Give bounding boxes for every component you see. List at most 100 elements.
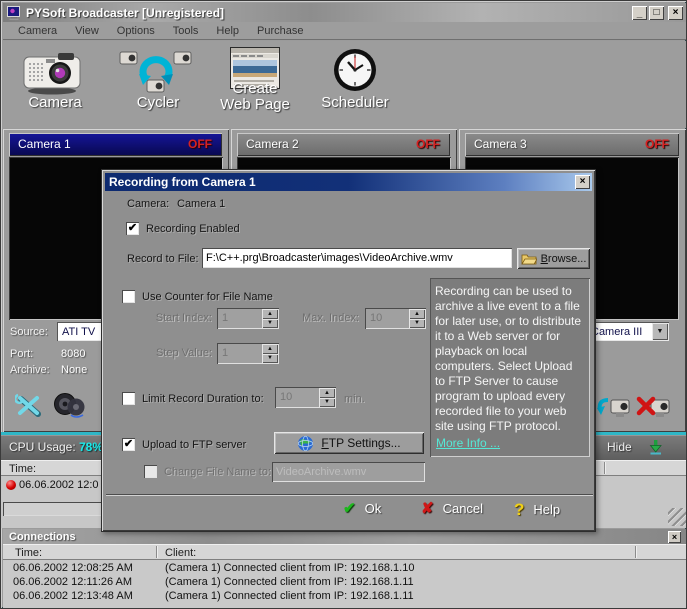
- column-divider[interactable]: [604, 462, 606, 474]
- connections-header-row: Time: Client:: [3, 544, 686, 560]
- connections-title: Connections: [9, 531, 668, 543]
- menu-help[interactable]: Help: [207, 23, 248, 39]
- app-window: PYSoft Broadcaster [Unregistered] _ □ × …: [0, 0, 687, 609]
- menu-view[interactable]: View: [66, 23, 108, 39]
- max-index-stepper[interactable]: 10 ▲▼: [365, 308, 426, 329]
- start-index-stepper[interactable]: 1 ▲▼: [217, 308, 279, 329]
- column-divider[interactable]: [156, 546, 158, 558]
- change-filename-checkbox[interactable]: [144, 465, 157, 478]
- minutes-unit-label: min.: [344, 393, 365, 405]
- ok-button[interactable]: ✔ Ok: [343, 501, 381, 516]
- step-value-label: Step Value:: [142, 347, 212, 359]
- connection-client: (Camera 1) Connected client from IP: 192…: [165, 590, 414, 602]
- camera3-title: Camera 3: [474, 137, 527, 151]
- camera-refresh-icon[interactable]: [596, 394, 632, 425]
- window-title: PYSoft Broadcaster [Unregistered]: [26, 6, 630, 20]
- spin-up-icon[interactable]: ▲: [319, 388, 335, 398]
- camera-delete-icon[interactable]: [636, 394, 672, 425]
- browse-button[interactable]: Browse...: [517, 248, 590, 269]
- ftp-settings-button-label: FTP Settings...: [321, 436, 400, 450]
- connections-list: 06.06.2002 12:08:25 AM (Camera 1) Connec…: [3, 560, 686, 608]
- toolbar-camera-label[interactable]: Camera: [15, 95, 95, 111]
- cancel-button[interactable]: ✘ Cancel: [421, 501, 483, 516]
- x-icon: ✘: [421, 501, 434, 516]
- camera3-source-value: Camera III: [591, 326, 642, 338]
- camera3-source-select[interactable]: Camera III ▼: [586, 322, 669, 341]
- spin-up-icon[interactable]: ▲: [262, 344, 278, 354]
- start-index-value: 1: [222, 312, 228, 324]
- limit-duration-stepper[interactable]: 10 ▲▼: [275, 387, 336, 408]
- dialog-divider: [106, 494, 593, 496]
- connection-client: (Camera 1) Connected client from IP: 192…: [165, 576, 414, 588]
- cycler-icon[interactable]: [117, 48, 195, 99]
- scheduler-icon[interactable]: [333, 48, 377, 97]
- log-row-time: 06.06.2002 12:0: [19, 479, 99, 491]
- help-text: Recording can be used to archive a live …: [435, 284, 585, 434]
- spin-down-icon[interactable]: ▼: [409, 319, 425, 329]
- limit-duration-label: Limit Record Duration to:: [142, 393, 264, 405]
- camera2-title: Camera 2: [246, 137, 299, 151]
- upload-ftp-checkbox[interactable]: ✔: [122, 438, 135, 451]
- media-archive-icon[interactable]: [53, 392, 87, 424]
- recording-dialog: Recording from Camera 1 × Camera: Camera…: [101, 169, 596, 532]
- connections-client-header: Client:: [165, 547, 196, 559]
- hide-button[interactable]: Hide: [607, 440, 632, 454]
- more-info-link[interactable]: More Info ...: [436, 436, 500, 450]
- connections-close-icon[interactable]: ×: [668, 531, 681, 543]
- main-toolbar: Camera Cycler: [3, 41, 686, 128]
- menu-camera[interactable]: Camera: [9, 23, 66, 39]
- ok-button-label: Ok: [365, 501, 382, 516]
- record-to-file-input[interactable]: [202, 248, 512, 268]
- dialog-title-bar: Recording from Camera 1 ×: [105, 173, 592, 191]
- cancel-button-label: Cancel: [443, 501, 483, 516]
- toolbar-cycler-label[interactable]: Cycler: [118, 95, 198, 111]
- camera3-status-badge: OFF: [645, 133, 669, 156]
- connection-time: 06.06.2002 12:11:26 AM: [13, 576, 132, 588]
- toolbar-create-web-page-label[interactable]: Create Web Page: [219, 81, 291, 113]
- spin-up-icon[interactable]: ▲: [262, 309, 278, 319]
- max-index-value: 10: [370, 312, 382, 324]
- resize-grip[interactable]: [668, 508, 686, 526]
- maximize-button[interactable]: □: [649, 6, 664, 20]
- dialog-close-button[interactable]: ×: [575, 175, 590, 189]
- help-button[interactable]: ? Help: [514, 501, 560, 518]
- column-divider[interactable]: [635, 546, 637, 558]
- limit-duration-checkbox[interactable]: [122, 392, 135, 405]
- spin-down-icon[interactable]: ▼: [319, 398, 335, 408]
- camera1-archive-value: None: [61, 364, 87, 376]
- menu-bar: Camera View Options Tools Help Purchase: [3, 22, 686, 40]
- check-icon: ✔: [343, 501, 356, 516]
- hide-arrow-icon[interactable]: [648, 439, 663, 458]
- camera-icon[interactable]: [22, 51, 84, 100]
- use-counter-label: Use Counter for File Name: [142, 291, 273, 303]
- question-icon: ?: [514, 501, 524, 518]
- tools-icon[interactable]: [15, 393, 43, 424]
- camera2-header[interactable]: Camera 2 OFF: [237, 133, 450, 156]
- camera1-source-label: Source:: [10, 326, 48, 338]
- menu-options[interactable]: Options: [108, 23, 164, 39]
- camera1-header[interactable]: Camera 1 OFF: [9, 133, 222, 156]
- toolbar-scheduler-label[interactable]: Scheduler: [315, 95, 395, 111]
- step-value-stepper[interactable]: 1 ▲▼: [217, 343, 279, 364]
- spin-up-icon[interactable]: ▲: [409, 309, 425, 319]
- close-button[interactable]: ×: [668, 6, 683, 20]
- ftp-settings-button[interactable]: FTP Settings...: [274, 432, 424, 454]
- camera2-status-badge: OFF: [416, 133, 440, 156]
- app-icon[interactable]: [6, 5, 22, 21]
- log-time-header: Time:: [9, 463, 36, 475]
- menu-tools[interactable]: Tools: [164, 23, 208, 39]
- browse-button-label: Browse...: [541, 253, 587, 265]
- dialog-title: Recording from Camera 1: [109, 175, 573, 189]
- menu-purchase[interactable]: Purchase: [248, 23, 312, 39]
- camera1-port-value: 8080: [61, 348, 85, 360]
- limit-duration-value: 10: [280, 391, 292, 403]
- minimize-button[interactable]: _: [632, 6, 647, 20]
- camera3-header[interactable]: Camera 3 OFF: [465, 133, 679, 156]
- recording-enabled-checkbox[interactable]: ✔: [126, 222, 139, 235]
- help-button-label: Help: [533, 502, 560, 517]
- spin-down-icon[interactable]: ▼: [262, 319, 278, 329]
- use-counter-checkbox[interactable]: [122, 290, 135, 303]
- chevron-down-icon[interactable]: ▼: [652, 323, 668, 340]
- change-filename-input[interactable]: [272, 462, 425, 482]
- spin-down-icon[interactable]: ▼: [262, 354, 278, 364]
